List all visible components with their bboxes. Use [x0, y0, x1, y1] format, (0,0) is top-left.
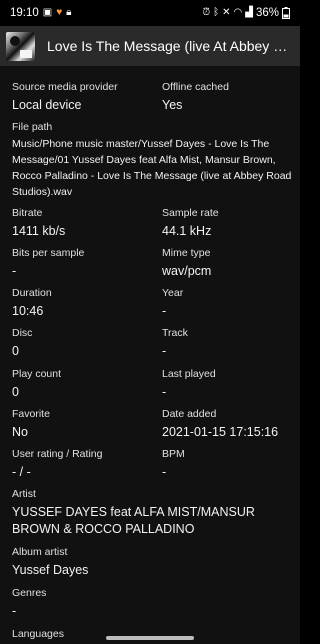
value-bits-per-sample: - — [12, 264, 17, 278]
status-right: ⏰︎ ᛒ ✕ ◠ ▟ 36% — [202, 7, 290, 19]
field-bitrate: Bitrate 1411 kb/s — [12, 206, 160, 239]
label-play-count: Play count — [12, 368, 62, 380]
field-favorite: Favorite No — [12, 407, 160, 440]
value-disc: 0 — [12, 344, 19, 358]
label-artist: Artist — [12, 488, 36, 500]
field-bits-per-sample: Bits per sample - — [12, 246, 160, 279]
wifi-icon: ◠ — [233, 7, 243, 18]
status-time: 19:10 — [10, 7, 39, 19]
label-disc: Disc — [12, 327, 33, 339]
mute-icon: ✕ — [222, 7, 231, 18]
field-track: Track - — [162, 326, 292, 359]
label-sample-rate: Sample rate — [162, 207, 219, 219]
field-disc: Disc 0 — [12, 326, 160, 359]
value-file-path: Music/Phone music master/Yussef Dayes - … — [12, 138, 292, 198]
label-album-artist: Album artist — [12, 546, 68, 558]
photo-icon: ▣ — [42, 7, 53, 18]
field-duration: Duration 10:46 — [12, 286, 160, 319]
value-offline: Yes — [162, 98, 183, 112]
value-genres: - — [12, 604, 17, 618]
status-bar: 19:10 ▣ ♥ 🔒︎ ⏰︎ ᛒ ✕ ◠ ▟ 36% — [0, 0, 300, 26]
field-rating: User rating / Rating - / - — [12, 447, 160, 480]
value-play-count: 0 — [12, 385, 19, 399]
label-source: Source media provider — [12, 81, 118, 93]
value-track: - — [162, 344, 167, 358]
label-favorite: Favorite — [12, 408, 50, 420]
field-sample-rate: Sample rate 44.1 kHz — [162, 206, 292, 239]
label-bitrate: Bitrate — [12, 207, 43, 219]
label-date-added: Date added — [162, 408, 217, 420]
label-offline: Offline cached — [162, 81, 229, 93]
track-info-panel[interactable]: Source media provider Local device Offli… — [0, 66, 300, 644]
field-genres: Genres - — [12, 586, 292, 619]
status-left: 19:10 ▣ ♥ 🔒︎ — [10, 7, 72, 19]
battery-percent: 36% — [255, 7, 279, 19]
value-source: Local device — [12, 98, 82, 112]
field-artist: Artist YUSSEF DAYES feat ALFA MIST/MANSU… — [12, 487, 292, 538]
value-mime-type: wav/pcm — [162, 264, 212, 278]
label-genres: Genres — [12, 587, 47, 599]
label-rating: User rating / Rating — [12, 448, 103, 460]
value-sample-rate: 44.1 kHz — [162, 224, 212, 238]
gesture-nav-handle[interactable] — [106, 636, 194, 640]
value-duration: 10:46 — [12, 304, 44, 318]
value-date-added: 2021-01-15 17:15:16 — [162, 425, 279, 439]
album-art-thumbnail[interactable] — [6, 31, 35, 61]
value-bitrate: 1411 kb/s — [12, 224, 66, 238]
label-bits-per-sample: Bits per sample — [12, 247, 85, 259]
field-date-added: Date added 2021-01-15 17:15:16 — [162, 407, 292, 440]
label-last-played: Last played — [162, 368, 216, 380]
field-year: Year - — [162, 286, 292, 319]
field-mime-type: Mime type wav/pcm — [162, 246, 292, 279]
alarm-icon: ⏰︎ — [202, 7, 211, 18]
battery-icon — [282, 7, 290, 19]
track-title: Love Is The Message (live At Abbey Road … — [47, 38, 300, 54]
field-album-artist: Album artist Yussef Dayes — [12, 545, 292, 578]
bluetooth-icon: ᛒ — [213, 7, 220, 18]
field-bpm: BPM - — [162, 447, 292, 480]
value-album-artist: Yussef Dayes — [12, 563, 89, 577]
lock-icon: 🔒︎ — [66, 7, 72, 18]
label-duration: Duration — [12, 287, 52, 299]
field-play-count: Play count 0 — [12, 367, 160, 400]
app-header: Love Is The Message (live At Abbey Road … — [0, 26, 300, 66]
label-bpm: BPM — [162, 448, 185, 460]
label-track: Track — [162, 327, 188, 339]
field-file-path: File path Music/Phone music master/Yusse… — [12, 120, 292, 200]
value-bpm: - — [162, 465, 167, 479]
value-last-played: - — [162, 385, 167, 399]
label-mime-type: Mime type — [162, 247, 211, 259]
signal-icon: ▟ — [245, 7, 253, 18]
value-artist: YUSSEF DAYES feat ALFA MIST/MANSUR BROWN… — [12, 505, 255, 536]
value-favorite: No — [12, 425, 28, 439]
label-year: Year — [162, 287, 184, 299]
value-year: - — [162, 304, 167, 318]
field-last-played: Last played - — [162, 367, 292, 400]
field-offline: Offline cached Yes — [162, 80, 292, 113]
label-file-path: File path — [12, 121, 53, 133]
heart-icon: ♥ — [56, 7, 63, 18]
value-rating: - / - — [12, 465, 31, 479]
field-source: Source media provider Local device — [12, 80, 160, 113]
